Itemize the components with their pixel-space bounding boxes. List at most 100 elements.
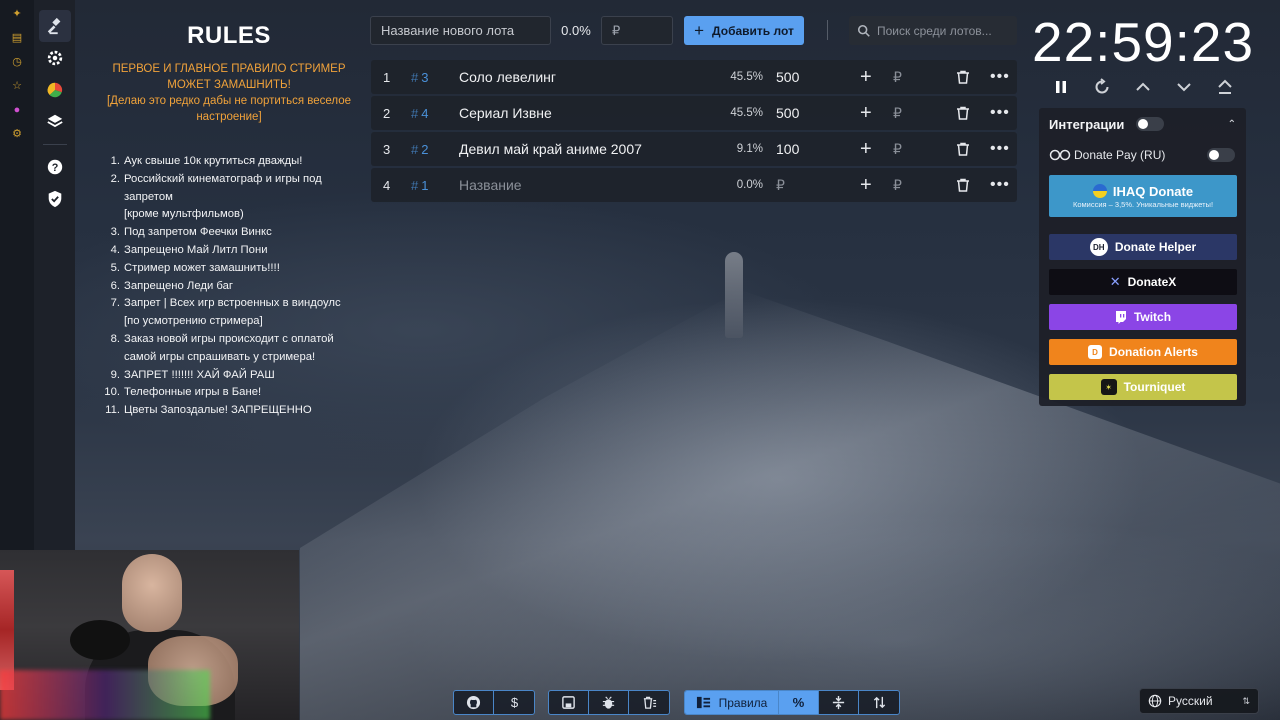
- lot-id: #3: [411, 69, 429, 85]
- rules-title: RULES: [187, 22, 271, 49]
- color-dot-icon[interactable]: ●: [9, 102, 25, 118]
- pause-icon[interactable]: [1052, 78, 1070, 96]
- github-icon: [466, 695, 481, 710]
- bug-report-button[interactable]: [589, 691, 629, 714]
- sort-button[interactable]: [859, 691, 899, 714]
- svg-text:$: $: [510, 695, 518, 710]
- add-lot-button[interactable]: + Добавить лот: [684, 16, 804, 45]
- rule-item: 1. Аук свыше 10к крутиться дважды!: [110, 155, 303, 167]
- lot-search-input[interactable]: Поиск среди лотов...: [849, 16, 1017, 45]
- lot-amount[interactable]: 100: [776, 141, 799, 157]
- tourniquet-button[interactable]: ✶ Tourniquet: [1049, 374, 1237, 400]
- lot-amount[interactable]: 500: [776, 69, 799, 85]
- trash-icon[interactable]: [956, 178, 970, 192]
- lot-name-input[interactable]: Название: [459, 177, 522, 193]
- lot-add-plus-icon[interactable]: +: [860, 103, 872, 123]
- trash-icon[interactable]: [956, 142, 970, 156]
- donation-alerts-button[interactable]: D Donation Alerts: [1049, 339, 1237, 365]
- percent-icon: %: [793, 695, 805, 710]
- ihaq-donate-button[interactable]: IHAQ Donate Комиссия – 3,5%. Уникальные …: [1049, 175, 1237, 217]
- donate-helper-logo-icon: DH: [1089, 238, 1108, 256]
- sidebar-statistics[interactable]: [39, 74, 71, 106]
- sidebar-auction[interactable]: [38, 10, 71, 42]
- webcam-keyboard-glow: [0, 670, 210, 720]
- rule-item: 3. Под запретом Феечки Винкс: [110, 226, 272, 239]
- sparkle-icon[interactable]: ✦: [9, 6, 25, 22]
- lot-add-amount-input[interactable]: ₽: [893, 69, 902, 86]
- more-options-icon[interactable]: •••: [990, 177, 1010, 193]
- more-options-icon[interactable]: •••: [990, 69, 1010, 85]
- donate-helper-button[interactable]: DH Donate Helper: [1049, 234, 1237, 260]
- add-lot-bar: Название нового лота 0.0% ₽ + Добавить л…: [370, 16, 804, 45]
- twitch-logo-icon: [1115, 310, 1126, 324]
- new-lot-amount-input[interactable]: ₽: [601, 16, 673, 45]
- collapse-chevron-icon[interactable]: ⌃: [1228, 119, 1236, 130]
- lot-add-plus-icon[interactable]: +: [860, 67, 872, 87]
- more-options-icon[interactable]: •••: [990, 141, 1010, 157]
- lot-percent: 45.5%: [730, 107, 763, 119]
- bottom-view-group: Правила %: [684, 690, 900, 715]
- svg-text:%: %: [793, 695, 805, 710]
- archive-icon[interactable]: ▤: [9, 30, 25, 46]
- rule-item: 10. Телефонные игры в Бане!: [104, 386, 262, 399]
- lot-percent: 9.1%: [736, 143, 763, 155]
- ihaq-subtitle: Комиссия – 3,5%. Уникальные виджеты!: [1072, 199, 1214, 209]
- github-button[interactable]: [454, 691, 494, 714]
- clear-lots-button[interactable]: [629, 691, 669, 714]
- rule-item: 2. Российский кинематограф и игры под зап…: [110, 172, 322, 221]
- star-icon[interactable]: ☆: [9, 78, 25, 94]
- lot-add-amount-input[interactable]: ₽: [893, 105, 902, 122]
- reset-icon[interactable]: [1093, 78, 1111, 96]
- tourniquet-logo-icon: ✶: [1100, 379, 1117, 395]
- clock-icon[interactable]: ◷: [9, 54, 25, 70]
- sidebar-help[interactable]: ?: [39, 151, 71, 183]
- integrations-toggle[interactable]: [1136, 117, 1165, 131]
- lot-name[interactable]: Сериал Извне: [459, 105, 552, 121]
- double-chevron-up-icon[interactable]: [1216, 78, 1234, 96]
- lot-name[interactable]: Девил май край аниме 2007: [459, 141, 642, 157]
- lots-list: 1 #3 Соло левелинг 45.5% 500 + ₽ ••• 2 #…: [371, 60, 1017, 204]
- select-arrows-icon: ⇅: [1242, 695, 1250, 706]
- donate-link-button[interactable]: $: [494, 691, 534, 714]
- lot-id: #2: [411, 141, 429, 157]
- lot-index: 3: [383, 141, 391, 157]
- lot-index: 1: [383, 69, 391, 85]
- lot-add-amount-input[interactable]: ₽: [893, 141, 902, 158]
- sidebar-layers[interactable]: [39, 106, 71, 138]
- language-select[interactable]: Русский ⇅: [1139, 688, 1259, 714]
- lot-add-plus-icon[interactable]: +: [860, 139, 872, 159]
- trash-icon[interactable]: [956, 70, 970, 84]
- lot-amount[interactable]: 500: [776, 105, 799, 121]
- auction-timer: 22:59:23: [1032, 11, 1255, 73]
- rules-toggle-button[interactable]: Правила: [685, 691, 779, 714]
- lot-add-plus-icon[interactable]: +: [860, 175, 872, 195]
- donate-pay-toggle[interactable]: [1207, 148, 1235, 162]
- rules-toggle-label: Правила: [718, 695, 768, 710]
- twitch-button[interactable]: Twitch: [1049, 304, 1237, 330]
- lot-add-amount-input[interactable]: ₽: [893, 177, 902, 194]
- lot-name[interactable]: Соло левелинг: [459, 69, 556, 85]
- integrations-panel: Интеграции ⌃ Donate Pay (RU) IHAQ Donate…: [1039, 108, 1246, 406]
- donation-alerts-logo-icon: D: [1088, 345, 1103, 359]
- donatex-button[interactable]: ✕ DonateX: [1049, 269, 1237, 295]
- sidebar-settings[interactable]: [39, 42, 71, 74]
- bug-icon: [602, 696, 615, 709]
- layers-icon: [46, 114, 63, 128]
- new-lot-name-input[interactable]: Название нового лота: [370, 16, 551, 45]
- rule-item: 8. Заказ новой игры происходит с оплатой …: [110, 332, 334, 363]
- more-options-icon[interactable]: •••: [990, 105, 1010, 121]
- percent-toggle-button[interactable]: %: [779, 691, 819, 714]
- compact-view-button[interactable]: [819, 691, 859, 714]
- trash-icon[interactable]: [956, 106, 970, 120]
- lot-amount-input[interactable]: ₽: [776, 177, 785, 194]
- save-button[interactable]: [549, 691, 589, 714]
- save-icon: [562, 696, 575, 709]
- settings-gear-icon[interactable]: ⚙: [9, 126, 25, 142]
- integrations-title: Интеграции: [1049, 116, 1125, 132]
- rule-item: 4. Запрещено Май Литл Пони: [110, 243, 268, 256]
- chevron-up-icon[interactable]: [1134, 78, 1152, 96]
- add-lot-label: Добавить лот: [712, 23, 794, 38]
- rules-layout-icon: [696, 696, 710, 709]
- chevron-down-icon[interactable]: [1175, 78, 1193, 96]
- sidebar-security[interactable]: [39, 183, 71, 215]
